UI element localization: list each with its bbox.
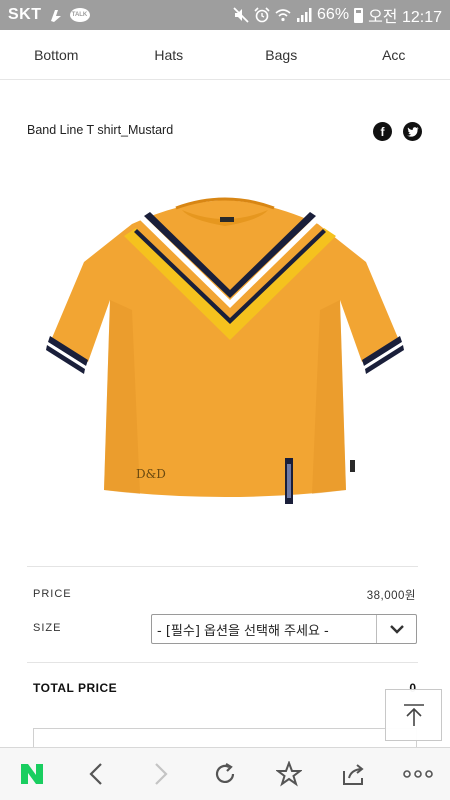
tshirt-logo: D&D bbox=[136, 467, 166, 481]
wifi-icon bbox=[275, 7, 291, 23]
category-bags[interactable]: Bags bbox=[225, 47, 338, 63]
price-value: 38,000원 bbox=[366, 590, 416, 602]
product-title: Band Line T shirt_Mustard bbox=[27, 123, 174, 137]
status-bar: SKT TALK 66% 오전 12:17 bbox=[0, 0, 450, 30]
signal-icon bbox=[296, 7, 312, 23]
category-nav: Bottom Hats Bags Acc bbox=[0, 30, 450, 80]
category-acc[interactable]: Acc bbox=[338, 47, 450, 63]
scroll-top-button[interactable] bbox=[385, 689, 442, 741]
hand-bag-notification-icon bbox=[48, 7, 64, 23]
more-icon[interactable] bbox=[398, 754, 438, 794]
browser-toolbar bbox=[0, 747, 450, 800]
mute-icon bbox=[233, 7, 249, 23]
carrier-name: SKT bbox=[8, 6, 42, 23]
forward-icon[interactable] bbox=[141, 754, 181, 794]
product-image[interactable]: D&D bbox=[40, 190, 410, 520]
naver-home-icon[interactable] bbox=[12, 754, 52, 794]
chevron-down-icon[interactable] bbox=[376, 615, 416, 643]
size-select[interactable]: - [필수] 옵션을 선택해 주세요 - bbox=[151, 614, 417, 644]
battery-icon bbox=[354, 7, 364, 23]
price-label: PRICE bbox=[33, 588, 72, 600]
size-label: SIZE bbox=[33, 622, 62, 634]
total-price-label: TOTAL PRICE bbox=[33, 681, 118, 695]
share-buttons: f bbox=[373, 122, 422, 141]
divider-middle bbox=[27, 662, 418, 663]
talk-icon: TALK bbox=[69, 8, 90, 22]
share-icon[interactable] bbox=[334, 754, 374, 794]
battery-percent: 66% bbox=[317, 6, 350, 23]
clock: 오전 12:17 bbox=[368, 9, 442, 26]
reload-icon[interactable] bbox=[205, 754, 245, 794]
divider-top bbox=[27, 566, 418, 567]
category-bottom[interactable]: Bottom bbox=[0, 47, 113, 63]
size-select-value: - [필수] 옵션을 선택해 주세요 - bbox=[157, 623, 329, 639]
arrow-up-icon bbox=[403, 704, 424, 726]
twitter-icon[interactable] bbox=[403, 122, 422, 141]
facebook-icon[interactable]: f bbox=[373, 122, 392, 141]
alarm-icon bbox=[254, 7, 270, 23]
category-hats[interactable]: Hats bbox=[113, 47, 226, 63]
back-icon[interactable] bbox=[76, 754, 116, 794]
bookmark-star-icon[interactable] bbox=[269, 754, 309, 794]
tshirt-body bbox=[52, 200, 398, 497]
